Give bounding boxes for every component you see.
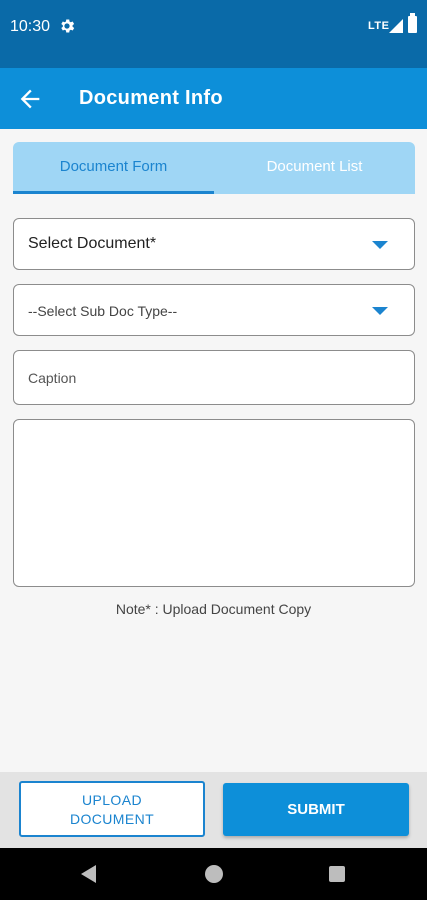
gear-icon	[61, 19, 75, 33]
status-time: 10:30	[10, 18, 51, 35]
select-document-label: Select Document*	[28, 235, 157, 252]
page-title: Document Info	[79, 87, 223, 109]
network-type-label: LTE	[368, 20, 390, 32]
submit-button[interactable]: SUBMIT	[223, 783, 409, 836]
signal-icon	[389, 19, 403, 33]
status-bar: 10:30 LTE	[0, 0, 427, 68]
caption-placeholder: Caption	[28, 370, 77, 386]
battery-icon	[408, 13, 417, 33]
upload-button-label-line2: DOCUMENT	[69, 811, 155, 827]
select-sub-doc-type-dropdown[interactable]: --Select Sub Doc Type--	[13, 284, 415, 336]
arrow-left-icon[interactable]	[16, 85, 44, 113]
select-document-dropdown[interactable]: Select Document*	[13, 218, 415, 270]
description-textarea[interactable]	[13, 419, 415, 587]
nav-recents-icon[interactable]	[329, 866, 345, 882]
caption-input[interactable]: Caption	[13, 350, 415, 405]
chevron-down-icon	[372, 241, 388, 249]
tab-document-list[interactable]: Document List	[214, 142, 415, 194]
upload-document-button[interactable]: UPLOAD DOCUMENT	[19, 781, 205, 837]
app-bar: Document Info	[0, 68, 427, 129]
select-sub-doc-type-label: --Select Sub Doc Type--	[28, 303, 178, 319]
system-nav-bar	[0, 848, 427, 900]
upload-note: Note* : Upload Document Copy	[115, 601, 312, 617]
tab-strip: Document Form Document List	[13, 142, 415, 194]
nav-back-icon[interactable]	[81, 865, 96, 883]
upload-button-label-line1: UPLOAD	[82, 792, 142, 808]
tab-document-form[interactable]: Document Form	[13, 142, 214, 194]
bottom-action-bar: UPLOAD DOCUMENT SUBMIT	[0, 772, 427, 848]
chevron-down-icon	[372, 307, 388, 315]
nav-home-icon[interactable]	[205, 865, 223, 883]
